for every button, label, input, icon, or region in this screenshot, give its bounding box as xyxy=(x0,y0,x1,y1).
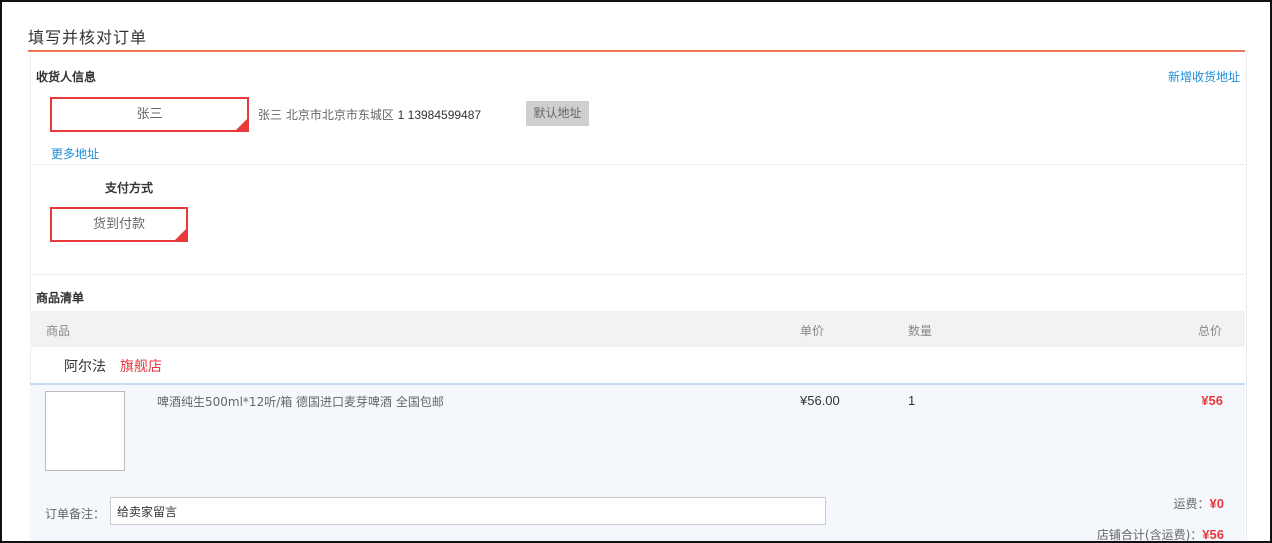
section-divider xyxy=(30,164,1245,165)
consignee-section-label: 收货人信息 xyxy=(36,70,97,84)
address-text: 张三 北京市北京市东城区 xyxy=(258,108,394,122)
payment-method: 货到付款 xyxy=(92,217,145,232)
col-product: 商品 xyxy=(46,324,71,338)
goods-table-header xyxy=(30,311,1245,347)
more-address-link[interactable]: 更多地址 xyxy=(51,145,99,162)
page-title: 填写并核对订单 xyxy=(28,28,148,47)
shop-total-amount: ¥56 xyxy=(1202,527,1224,542)
product-unit-price: ¥56.00 xyxy=(800,393,840,408)
product-total: ¥56 xyxy=(1201,393,1223,408)
product-thumbnail[interactable] xyxy=(45,391,125,471)
default-address-badge: 默认地址 xyxy=(526,101,589,126)
shop-total-label: 店铺合计(含运费)： xyxy=(1096,528,1203,542)
title-divider xyxy=(28,50,1245,52)
address-detail: 张三 北京市北京市东城区 1 13984599487 xyxy=(258,106,481,123)
remark-label: 订单备注： xyxy=(45,507,106,521)
add-address-link[interactable]: 新增收货地址 xyxy=(1168,68,1240,85)
remark-input[interactable] xyxy=(110,497,826,525)
product-name[interactable]: 啤酒纯生500ml*12听/箱 德国进口麦芽啤酒 全国包邮 xyxy=(157,393,444,410)
selected-corner-icon xyxy=(175,229,186,240)
col-quantity: 数量 xyxy=(908,324,933,338)
payment-section-label: 支付方式 xyxy=(105,181,154,195)
shop-tag: 旗舰店 xyxy=(120,359,162,375)
address-phone: 1 13984599487 xyxy=(397,108,482,122)
shipping-label: 运费： xyxy=(1173,497,1210,511)
shop-name: 阿尔法 xyxy=(64,359,106,375)
section-divider xyxy=(30,274,1245,275)
payment-select-box[interactable]: 货到付款 xyxy=(50,207,188,242)
shop-total: 店铺合计(含运费)：¥56 xyxy=(1096,526,1224,542)
product-quantity: 1 xyxy=(908,393,916,408)
goods-section-label: 商品清单 xyxy=(36,291,85,305)
selected-corner-icon xyxy=(236,119,247,130)
shipping-amount: ¥0 xyxy=(1209,496,1224,511)
shop-row: 阿尔法 旗舰店 xyxy=(64,356,162,376)
col-total: 总价 xyxy=(1197,324,1222,338)
consignee-name: 张三 xyxy=(136,107,163,122)
col-unit-price: 单价 xyxy=(800,324,825,338)
consignee-select-box[interactable]: 张三 xyxy=(50,97,249,132)
shipping-fee: 运费：¥0 xyxy=(1174,495,1224,512)
order-confirm-window: 填写并核对订单 收货人信息 新增收货地址 张三 张三 北京市北京市东城区 1 1… xyxy=(0,0,1272,543)
